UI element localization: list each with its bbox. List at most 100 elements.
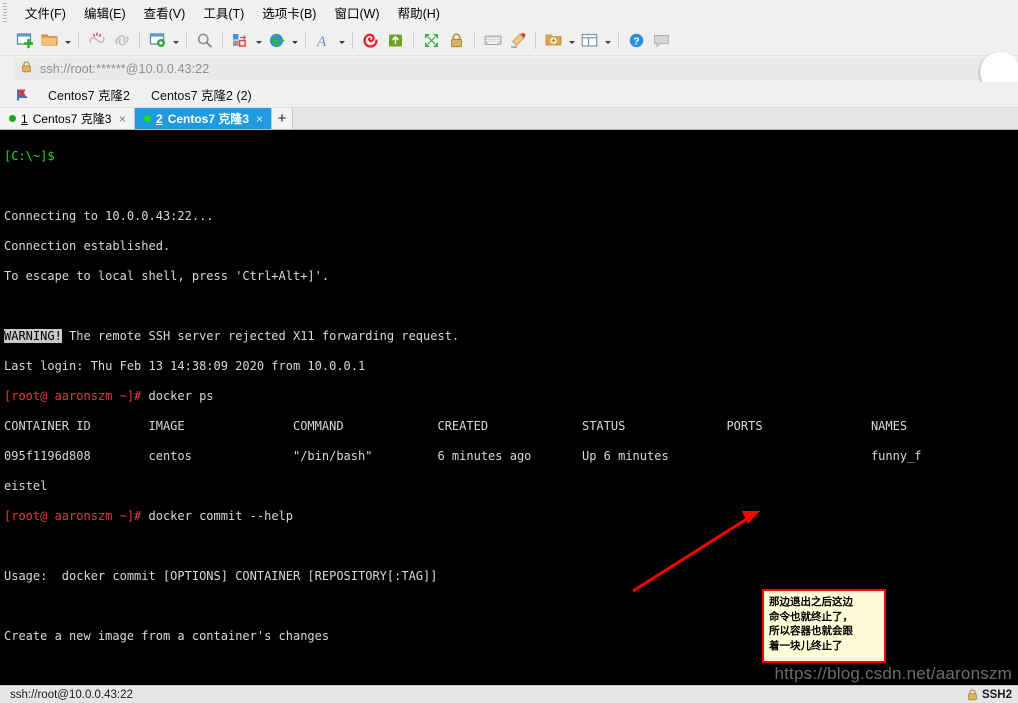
disconnect-icon[interactable] (84, 28, 109, 53)
fullscreen-icon[interactable] (419, 28, 444, 53)
tab-close-icon[interactable]: × (254, 112, 265, 126)
shell-prompt: [root@ aaronszm ~]# (4, 509, 142, 523)
open-folder-icon[interactable] (37, 28, 62, 53)
comment-icon[interactable] (649, 28, 674, 53)
globe-icon[interactable] (264, 28, 289, 53)
toolbar-separator (78, 31, 79, 49)
tab-centos7-clone3-1[interactable]: 1 Centos7 克隆3 × (0, 108, 135, 129)
url-field[interactable]: ssh://root:******@10.0.0.43:22 (14, 58, 1018, 80)
toolbar-separator (222, 31, 223, 49)
session-url-bar: ssh://root:******@10.0.0.43:22 (0, 52, 1018, 92)
local-prompt: [C:\~]$ (4, 149, 55, 163)
new-session-icon[interactable] (12, 28, 37, 53)
warning-badge: WARNING! (4, 329, 62, 343)
tab-number: 1 (21, 111, 28, 126)
terminal-text: Connection established. (4, 239, 171, 253)
session-options-icon[interactable] (145, 28, 170, 53)
menu-tools[interactable]: 工具(T) (194, 0, 253, 25)
add-folder-dropdown-icon[interactable] (566, 28, 577, 53)
tab-number: 2 (156, 111, 163, 126)
tab-status-dot-icon (144, 115, 151, 122)
menu-file[interactable]: 文件(F) (16, 0, 75, 25)
tab-label: Centos7 克隆3 (32, 112, 112, 126)
toolbar-separator (618, 31, 619, 49)
terminal-text: eistel (4, 479, 48, 493)
favorites-bar: Centos7 克隆2 Centos7 克隆2 (2) (0, 82, 1018, 108)
add-folder-icon[interactable] (541, 28, 566, 53)
toolbar-separator (139, 31, 140, 49)
tab-close-icon[interactable]: × (117, 112, 128, 126)
lock-icon[interactable] (444, 28, 469, 53)
tab-label: Centos7 克隆3 (167, 112, 250, 126)
svg-text:A: A (316, 34, 327, 49)
toolbar-separator (352, 31, 353, 49)
toolbar-separator (413, 31, 414, 49)
terminal-line: [root@ aaronszm ~]# docker commit --help (4, 509, 1018, 524)
terminal-text: CONTAINER ID IMAGE COMMAND CREATED STATU… (4, 419, 908, 433)
tab-centos7-clone3-2[interactable]: 2 Centos7 克隆3 × (135, 108, 273, 129)
favorite-centos7-clone2[interactable]: Centos7 克隆2 (40, 83, 138, 106)
terminal-text: To escape to local shell, press 'Ctrl+Al… (4, 269, 330, 283)
status-bar: ssh://root@10.0.0.43:22 SSH2 (0, 685, 1018, 703)
terminal-area[interactable]: [C:\~]$ Connecting to 10.0.0.43:22... Co… (0, 130, 1018, 685)
tile-layout-dropdown-icon[interactable] (602, 28, 613, 53)
menu-view[interactable]: 查看(V) (135, 0, 195, 25)
log-session-icon[interactable] (358, 28, 383, 53)
lock-icon (21, 60, 32, 78)
tile-layout-icon[interactable] (577, 28, 602, 53)
terminal-line: WARNING! The remote SSH server rejected … (4, 329, 1018, 344)
menu-help[interactable]: 帮助(H) (389, 0, 449, 25)
toolbar-separator (535, 31, 536, 49)
session-options-dropdown-icon[interactable] (170, 28, 181, 53)
terminal-text: Create a new image from a container's ch… (4, 629, 330, 643)
menu-tabs[interactable]: 选项卡(B) (253, 0, 325, 25)
highlighter-icon[interactable] (505, 28, 530, 53)
favorite-centos7-clone2-2[interactable]: Centos7 克隆2 (2) (143, 83, 260, 106)
annotation-line: 着一块儿终止了 (769, 639, 843, 652)
font-icon[interactable]: A (311, 28, 336, 53)
url-text: ssh://root:******@10.0.0.43:22 (40, 62, 210, 76)
globe-dropdown-icon[interactable] (289, 28, 300, 53)
terminal-line: Connecting to 10.0.0.43:22... (4, 209, 1018, 224)
help-icon[interactable]: ? (624, 28, 649, 53)
bookmark-flag-icon (16, 88, 31, 102)
terminal-text: Connecting to 10.0.0.43:22... (4, 209, 214, 223)
terminal-line: To escape to local shell, press 'Ctrl+Al… (4, 269, 1018, 284)
terminal-line: [C:\~]$ (4, 149, 1018, 164)
terminal-line: Usage: docker commit [OPTIONS] CONTAINER… (4, 569, 1018, 584)
link-icon[interactable] (109, 28, 134, 53)
tab-strip-filler (293, 108, 1018, 129)
menu-edit[interactable]: 编辑(E) (75, 0, 135, 25)
new-tab-button[interactable]: + (272, 108, 294, 129)
upload-icon[interactable] (383, 28, 408, 53)
svg-text:?: ? (633, 35, 639, 47)
session-tab-strip: 1 Centos7 克隆3 × 2 Centos7 克隆3 × + (0, 108, 1018, 130)
terminal-line: Connection established. (4, 239, 1018, 254)
toolbar-separator (186, 31, 187, 49)
arrange-icon[interactable] (228, 28, 253, 53)
menu-bar: 文件(F) 编辑(E) 查看(V) 工具(T) 选项卡(B) 窗口(W) 帮助(… (0, 0, 1018, 25)
tab-status-dot-icon (9, 115, 16, 122)
menu-window[interactable]: 窗口(W) (325, 0, 388, 25)
terminal-command: docker ps (141, 389, 214, 403)
open-folder-dropdown-icon[interactable] (62, 28, 73, 53)
annotation-line: 命令也就终止了， (769, 610, 853, 623)
lock-icon (967, 688, 978, 701)
font-dropdown-icon[interactable] (336, 28, 347, 53)
status-protocol: SSH2 (967, 689, 1012, 701)
terminal-line: 095f1196d808 centos "/bin/bash" 6 minute… (4, 449, 1018, 464)
terminal-line: eistel (4, 479, 1018, 494)
annotation-line: 所以容器也就会跟 (769, 625, 853, 637)
keyboard-icon[interactable] (480, 28, 505, 53)
search-icon[interactable] (192, 28, 217, 53)
toolbar-separator (474, 31, 475, 49)
crt-terminal-window: 文件(F) 编辑(E) 查看(V) 工具(T) 选项卡(B) 窗口(W) 帮助(… (0, 0, 1018, 703)
menubar-grip[interactable] (3, 3, 7, 23)
toolbar-separator (305, 31, 306, 49)
terminal-command: docker commit --help (141, 509, 294, 523)
arrange-dropdown-icon[interactable] (253, 28, 264, 53)
annotation-line: 那边退出之后这边 (769, 596, 853, 608)
